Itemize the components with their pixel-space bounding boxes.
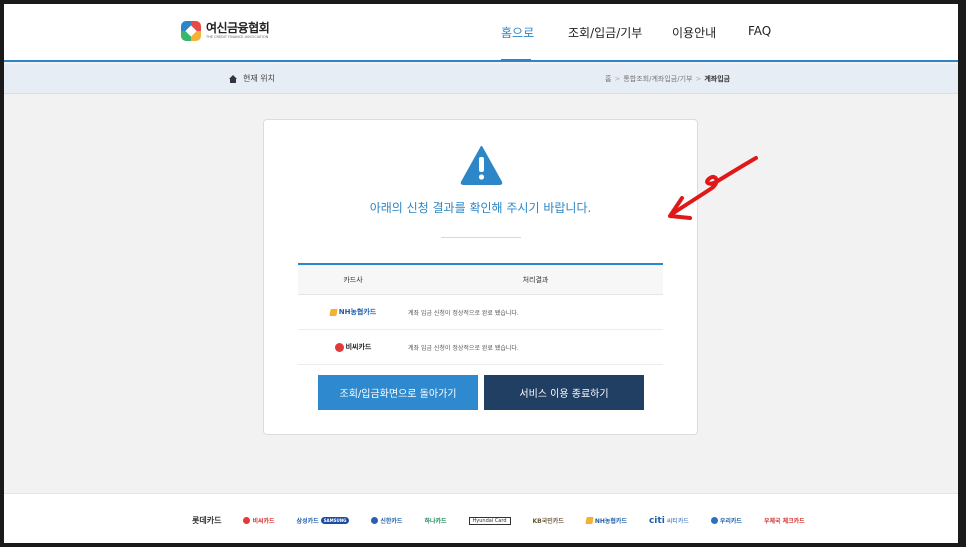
card-company-name: NH농협카드	[338, 308, 377, 316]
table-header: 카드사 처리결과	[298, 265, 663, 295]
back-to-inquiry-button[interactable]: 조회/입금화면으로 돌아가기	[318, 375, 478, 410]
nh-card-logo: NH농협카드	[329, 307, 377, 317]
table-row: NH농협카드 계좌 입금 신청이 정상적으로 완료 됐습니다.	[298, 295, 663, 330]
partner-nh-card[interactable]: NH농협카드	[585, 516, 627, 525]
partner-name: NH농협카드	[594, 518, 627, 525]
breadcrumb-separator: >	[614, 75, 621, 83]
current-location-label: 현재 위치	[243, 74, 275, 83]
header-card-company: 카드사	[343, 275, 363, 284]
partner-shinhan-card[interactable]: 신한카드	[371, 516, 402, 525]
nav-usage-guide[interactable]: 이용안내	[672, 24, 716, 41]
partner-name: 우리카드	[719, 518, 742, 525]
breadcrumb-current: 계좌입금	[704, 75, 731, 83]
bc-card-logo: 비씨카드	[334, 342, 372, 352]
site-header: 여신금융협회 THE CREDIT FINANCE ASSOCIATION 홈으…	[4, 4, 958, 62]
woori-logo-mark-icon	[710, 517, 718, 524]
card-company-name: 비씨카드	[345, 343, 372, 351]
partner-name: 신한카드	[380, 518, 403, 525]
nav-faq[interactable]: FAQ	[748, 24, 771, 38]
partner-samsung-card[interactable]: 삼성카드 SAMSUNG	[297, 516, 350, 525]
partner-citi-card[interactable]: citi 씨티카드	[649, 516, 689, 526]
logo-mark-icon	[181, 21, 201, 41]
bc-logo-mark-icon	[334, 342, 344, 352]
home-icon	[229, 74, 237, 83]
partner-name: 비씨카드	[252, 518, 275, 525]
annotation-arrow-icon	[668, 156, 758, 220]
card-company-cell: NH농협카드	[298, 295, 408, 329]
samsung-badge: SAMSUNG	[320, 517, 350, 524]
header-result: 처리결과	[522, 275, 549, 284]
partner-post-check-card[interactable]: 우체국 체크카드	[764, 516, 805, 525]
shinhan-logo-mark-icon	[371, 517, 379, 524]
warning-triangle-icon	[460, 146, 503, 185]
bc-logo-mark-icon	[243, 517, 251, 524]
partner-bc-card[interactable]: 비씨카드	[243, 516, 275, 525]
result-table: 카드사 처리결과 NH농협카드 계좌 입금 신청이 정상적으로 완료 됐습니다.…	[298, 263, 663, 365]
card-company-cell: 비씨카드	[298, 330, 408, 364]
logo-korean: 여신금융협회	[206, 21, 270, 35]
nh-logo-mark-icon	[329, 308, 338, 316]
partner-name: 삼성카드	[296, 518, 319, 525]
partner-footer: 롯데카드 비씨카드 삼성카드 SAMSUNG 신한카드 하나카드 Hyundai …	[4, 493, 958, 543]
partner-logos: 롯데카드 비씨카드 삼성카드 SAMSUNG 신한카드 하나카드 Hyundai …	[192, 515, 827, 526]
current-location: 현재 위치	[229, 73, 275, 84]
end-service-button[interactable]: 서비스 이용 종료하기	[484, 375, 644, 410]
partner-lotte-card[interactable]: 롯데카드	[192, 515, 221, 526]
breadcrumb-home[interactable]: 홈	[605, 75, 611, 83]
result-message: 아래의 신청 결과를 확인해 주시기 바랍니다.	[369, 201, 592, 215]
result-cell: 계좌 입금 신청이 정상적으로 완료 됐습니다.	[408, 309, 519, 317]
partner-name: 씨티카드	[666, 518, 689, 525]
logo-english: THE CREDIT FINANCE ASSOCIATION	[206, 35, 269, 39]
nav-active-indicator	[501, 59, 531, 62]
nh-logo-mark-icon	[585, 517, 594, 524]
citi-logo: citi	[648, 515, 665, 526]
breadcrumb-bar: 현재 위치 홈 > 통합조회/계좌입금/기부 > 계좌입금	[4, 64, 958, 94]
table-row: 비씨카드 계좌 입금 신청이 정상적으로 완료 됐습니다.	[298, 330, 663, 365]
partner-woori-card[interactable]: 우리카드	[710, 516, 742, 525]
partner-kb-card[interactable]: KB국민카드	[533, 516, 564, 525]
partner-hyundai-card[interactable]: Hyundai Card	[468, 516, 511, 525]
nav-home[interactable]: 홈으로	[501, 24, 534, 41]
partner-hana-card[interactable]: 하나카드	[424, 516, 446, 525]
logo-text: 여신금융협회 THE CREDIT FINANCE ASSOCIATION	[206, 21, 270, 40]
result-card: 아래의 신청 결과를 확인해 주시기 바랍니다. 카드사 처리결과 NH농협카드…	[263, 119, 698, 435]
breadcrumb-section[interactable]: 통합조회/계좌입금/기부	[623, 75, 692, 83]
breadcrumb: 홈 > 통합조회/계좌입금/기부 > 계좌입금	[605, 74, 730, 84]
breadcrumb-separator: >	[695, 75, 702, 83]
browser-viewport: 여신금융협회 THE CREDIT FINANCE ASSOCIATION 홈으…	[4, 4, 958, 543]
site-logo[interactable]: 여신금융협회 THE CREDIT FINANCE ASSOCIATION	[181, 21, 270, 41]
result-cell: 계좌 입금 신청이 정상적으로 완료 됐습니다.	[408, 344, 519, 352]
nav-inquiry-deposit-donation[interactable]: 조회/입금/기부	[568, 24, 642, 41]
divider	[441, 237, 521, 238]
